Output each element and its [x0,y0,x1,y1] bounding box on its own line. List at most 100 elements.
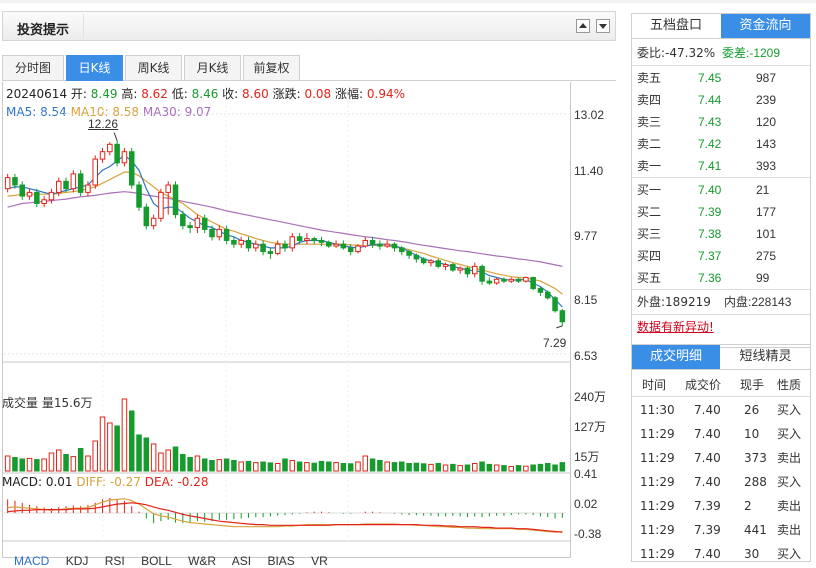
trade-price: 7.40 [694,403,721,417]
trade-price: 7.40 [694,427,721,441]
bid-label: 买五 [637,271,662,285]
tab-trade-detail[interactable]: 成交明细 [632,345,720,369]
candle-body [114,143,120,164]
ask-row: 卖四 7.44 239 [632,89,810,111]
candle-body [552,297,558,312]
trade-time: 11:29 [640,499,675,513]
orderbook-tabs: 五档盘口 资金流向 [631,13,811,39]
volume-bar [340,463,347,472]
bid-label: 买二 [637,205,662,219]
candle-body [253,243,259,249]
candle-body [537,288,544,293]
volume-bar [48,452,55,472]
bid-volume: 21 [756,183,770,197]
volume-bar [311,462,317,472]
volume-bar [369,458,376,472]
candle-body [347,247,354,253]
candle-body [559,310,566,323]
candle-body [267,251,274,254]
candle-body [479,265,485,282]
volume-bar [267,462,274,472]
ask-row: 卖三 7.43 120 [632,111,810,133]
candle-body [399,247,405,253]
bid-price: 7.40 [698,183,722,197]
trade-time: 11:29 [640,523,675,537]
candle-body [428,260,434,264]
volume-bar [362,455,369,472]
candle-body [34,191,40,204]
candle-body [187,225,193,229]
ask-volume: 239 [756,93,777,107]
candle-body [377,243,383,247]
candle-body [4,177,11,190]
volume-bar [274,463,281,472]
candle-body [457,267,463,271]
volume-bar [77,448,84,472]
bid-row: 买三 7.38 101 [632,223,810,245]
ma10-line [7,171,563,295]
candle-body [223,228,230,241]
volume-bar [523,465,529,472]
candle-body [442,264,449,267]
inner-volume: 内盘:228143 [724,295,792,309]
trade-volume: 10 [744,427,760,441]
trade-type: 买入 [777,427,802,441]
candle-body [296,236,303,241]
volume-bar [296,461,303,472]
volume-bar [180,454,186,472]
bid-price: 7.38 [698,227,722,241]
volume-bar [26,457,33,472]
tab-money-flow[interactable]: 资金流向 [721,14,810,38]
wei-cha: 委差:-1209 [722,46,781,60]
volume-bar [231,460,237,472]
volume-bar [377,460,383,472]
candle-body [172,184,179,216]
volume-bar [282,458,288,472]
candle-body [260,243,266,253]
candle-body [107,143,113,153]
bid-price: 7.36 [698,271,722,285]
volume-bar [537,463,544,472]
candle-body [435,260,442,267]
volume-bar [559,462,566,472]
volume-bar [493,464,500,472]
volume-bar [41,458,47,472]
candle-body [55,180,62,193]
candle-body [274,243,281,254]
candle-body [143,206,150,227]
kline-chart[interactable] [0,11,620,562]
volume-bar [121,398,128,472]
candle-body [340,243,347,249]
bid-row: 买四 7.37 275 [632,245,810,267]
candle-body [245,239,252,249]
bid-label: 买三 [637,227,662,241]
ask-row: 卖二 7.42 143 [632,133,810,155]
trade-table: 时间 成交价 现手 性质 11:30 7.40 26 买入 11:29 7.40 10 买入 1… [631,370,811,562]
trade-type: 卖出 [777,451,802,465]
candle-body [530,276,536,290]
table-row: 11:29 7.39 2 卖出 [632,495,810,517]
volume-bar [420,463,427,472]
volume-bar [165,449,171,472]
trade-price: 7.39 [694,523,721,537]
candle-body [194,217,201,229]
volume-bar [326,461,332,472]
candle-body [165,184,171,193]
candle-body [362,239,369,247]
ask-price: 7.42 [698,137,722,151]
candle-body [289,236,296,249]
volume-bar [63,454,69,472]
candle-body [216,228,223,238]
ask-label: 卖四 [637,93,662,107]
tab-five-levels[interactable]: 五档盘口 [632,14,720,38]
volume-bar [143,437,150,472]
table-row: 11:29 7.39 441 卖出 [632,519,810,541]
divider [632,177,810,178]
volume-bar [333,462,339,472]
order-book: 委比:-47.32% 委差:-1209 卖五 7.45 987 卖四 7.44 239 卖三… [631,39,811,348]
alert-link[interactable]: 数据有新异动! [637,316,714,338]
candle-body [92,158,98,186]
tab-short-term[interactable]: 短线精灵 [721,345,810,369]
ask-volume: 393 [756,159,777,173]
volume-bar [413,462,420,472]
